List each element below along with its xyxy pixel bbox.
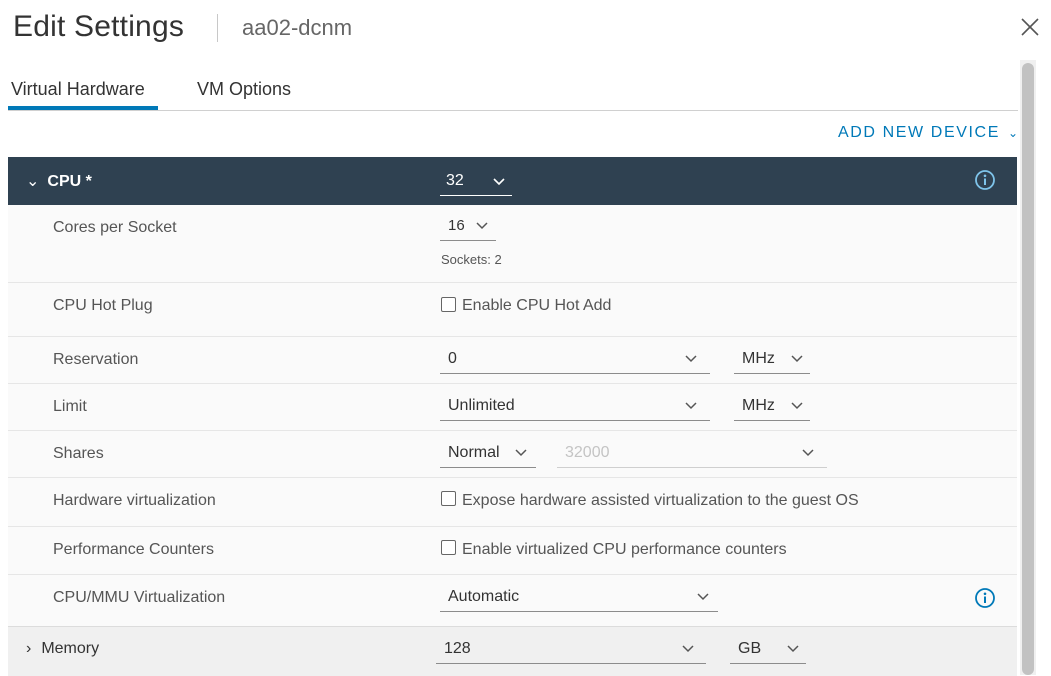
reservation-unit-select[interactable]: MHz [734,347,810,374]
row-performance-counters: Performance Counters Enable virtualized … [8,527,1017,575]
cpu-count-value: 32 [446,172,464,189]
memory-size-value: 128 [444,640,471,657]
chevron-down-icon [697,593,709,601]
memory-label: Memory [41,640,100,657]
limit-value: Unlimited [448,397,515,414]
limit-label: Limit [53,398,87,415]
reservation-select[interactable]: 0 [440,347,710,374]
add-new-device-button[interactable]: ADD NEW DEVICE ⌄ [838,124,1018,142]
row-hardware-virtualization: Hardware virtualization Expose hardware … [8,478,1017,527]
info-icon[interactable] [974,169,996,191]
cores-per-socket-value: 16 [448,217,465,234]
shares-label: Shares [53,445,104,462]
hardware-virtualization-label: Hardware virtualization [53,492,216,509]
chevron-down-icon [791,402,803,410]
limit-unit: MHz [742,397,775,414]
cores-per-socket-label: Cores per Socket [53,219,177,236]
cpu-title[interactable]: ⌄ CPU * [26,171,92,191]
scrollbar-thumb[interactable] [1022,63,1034,675]
dialog-title: Edit Settings [13,10,185,43]
row-shares: Shares Normal 32000 [8,431,1017,478]
row-limit: Limit Unlimited MHz [8,384,1017,431]
dialog-header: Edit Settings aa02-dcnm [0,0,1051,58]
title-divider [217,14,218,42]
chevron-down-icon: ⌄ [26,173,40,190]
chevron-down-icon [791,355,803,363]
chevron-down-icon [493,178,505,186]
chevron-down-icon [682,645,694,653]
cpu-mmu-virtualization-label: CPU/MMU Virtualization [53,589,226,606]
reservation-unit: MHz [742,350,775,367]
memory-unit: GB [738,640,762,657]
limit-select[interactable]: Unlimited [440,394,710,421]
chevron-down-icon [787,645,799,653]
cores-per-socket-select[interactable]: 16 [440,214,496,241]
chevron-down-icon: ⌄ [1008,126,1019,140]
cpu-count-select[interactable]: 32 [440,167,512,196]
shares-level-select[interactable]: Normal [440,441,536,468]
cpu-mmu-virtualization-select[interactable]: Automatic [440,585,718,612]
shares-value: 32000 [565,444,610,461]
close-icon[interactable] [1019,16,1041,38]
add-new-device-label: ADD NEW DEVICE [838,124,1000,141]
reservation-value: 0 [448,350,457,367]
cpu-hot-add-checkbox[interactable] [441,297,456,312]
chevron-down-icon [515,449,527,457]
cpu-mmu-virtualization-value: Automatic [448,588,520,605]
row-cpu-hot-plug: CPU Hot Plug Enable CPU Hot Add [8,283,1017,337]
chevron-down-icon [802,449,814,457]
shares-value-select[interactable]: 32000 [557,441,827,468]
row-cores-per-socket: Cores per Socket 16 Sockets: 2 [8,205,1017,283]
memory-title[interactable]: › Memory [26,640,99,658]
hardware-panel: ⌄ CPU * 32 Cores per Socket 16 Sockets: 2… [8,157,1017,676]
cpu-hot-add-label[interactable]: Enable CPU Hot Add [462,297,611,315]
cpu-hot-plug-label: CPU Hot Plug [53,297,153,314]
shares-level-value: Normal [448,444,500,461]
row-cpu-mmu-virtualization: CPU/MMU Virtualization Automatic [8,575,1017,625]
perf-counters-checkbox[interactable] [441,540,456,555]
expose-hw-virtualization-checkbox[interactable] [441,491,456,506]
tab-vm-options[interactable]: VM Options [197,79,291,100]
active-tab-indicator [8,106,158,110]
info-icon[interactable] [974,587,996,609]
chevron-down-icon [685,402,697,410]
limit-unit-select[interactable]: MHz [734,394,810,421]
tab-bar: Virtual Hardware VM Options [8,68,1018,111]
chevron-right-icon: › [26,640,32,657]
memory-section-header[interactable]: › Memory 128 GB [8,626,1017,676]
cpu-label: CPU * [47,173,92,190]
memory-size-select[interactable]: 128 [436,637,706,664]
vm-name: aa02-dcnm [242,15,353,40]
performance-counters-label: Performance Counters [53,541,214,558]
memory-unit-select[interactable]: GB [730,637,806,664]
sockets-info: Sockets: 2 [441,252,502,267]
tab-virtual-hardware[interactable]: Virtual Hardware [11,79,145,100]
chevron-down-icon [476,222,488,230]
chevron-down-icon [685,355,697,363]
expose-hw-virtualization-label[interactable]: Expose hardware assisted virtualization … [462,492,859,510]
row-reservation: Reservation 0 MHz [8,337,1017,384]
reservation-label: Reservation [53,351,139,368]
cpu-section-header[interactable]: ⌄ CPU * 32 [8,157,1017,205]
perf-counters-label[interactable]: Enable virtualized CPU performance count… [462,541,787,559]
